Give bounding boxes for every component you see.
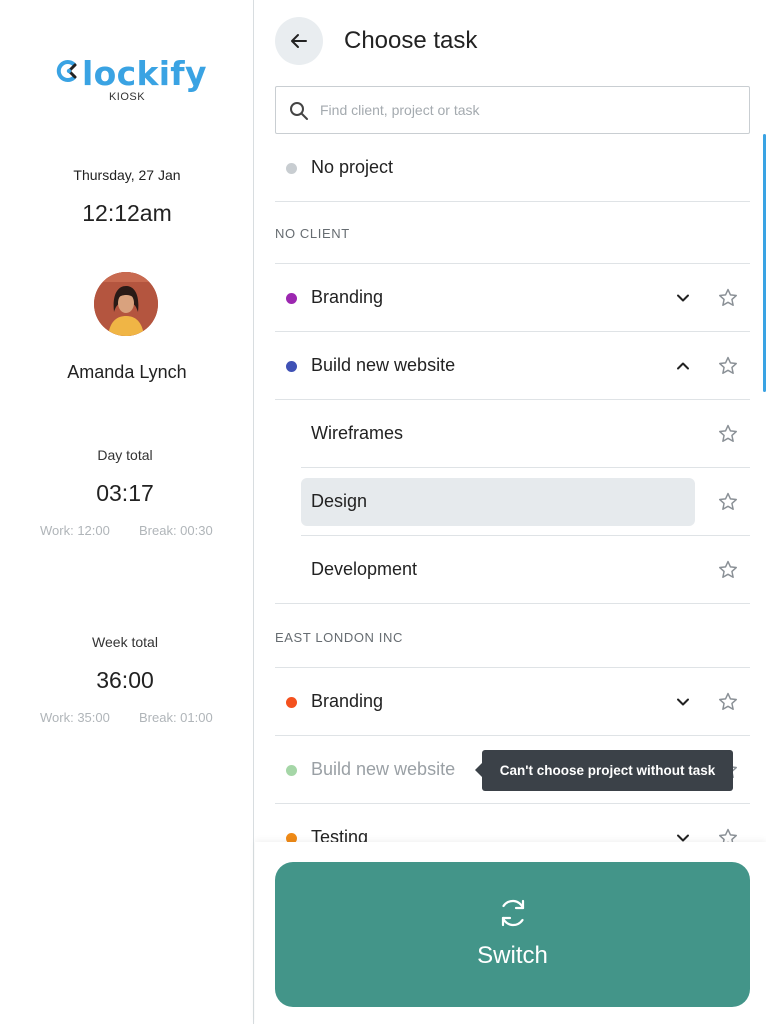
star-icon[interactable] — [717, 827, 739, 842]
star-icon[interactable] — [717, 691, 739, 713]
project-label: Branding — [311, 691, 384, 711]
user-name: Amanda Lynch — [67, 362, 187, 382]
week-total-label: Week total — [92, 634, 158, 650]
star-icon[interactable] — [717, 287, 739, 309]
project-color-dot — [286, 163, 297, 174]
project-color-dot — [286, 361, 297, 372]
list-item-project[interactable]: Testing — [275, 804, 750, 842]
search-input[interactable] — [320, 87, 740, 133]
search-icon — [290, 102, 308, 120]
project-color-dot — [286, 833, 297, 842]
day-work-time: Work: 12:00 — [40, 523, 110, 538]
week-break-time: Break: 01:00 — [139, 710, 213, 725]
chevron-down-icon[interactable] — [675, 694, 691, 710]
project-color-dot — [286, 293, 297, 304]
day-break-time: Break: 00:30 — [139, 523, 213, 538]
project-color-dot — [286, 765, 297, 776]
project-label: Build new website — [311, 759, 456, 779]
star-icon[interactable] — [717, 423, 739, 445]
star-icon[interactable] — [717, 559, 739, 581]
client-header: EAST LONDON INC — [275, 606, 750, 668]
task-label: Design — [311, 491, 368, 511]
week-work-time: Work: 35:00 — [40, 710, 110, 725]
day-total-label: Day total — [97, 447, 153, 463]
client-header: NO CLIENT — [275, 202, 750, 264]
task-item-selected[interactable]: Design — [301, 468, 750, 536]
list-item-project[interactable]: Build new website — [275, 332, 750, 400]
task-label: Development — [311, 559, 418, 579]
search-box — [275, 86, 750, 134]
page-title: Choose task — [344, 27, 478, 54]
project-label: Testing — [311, 827, 369, 842]
logo-text: lockify — [82, 54, 207, 93]
chevron-down-icon[interactable] — [675, 290, 691, 306]
project-label: Build new website — [311, 355, 456, 375]
switch-label: Switch — [477, 942, 548, 969]
project-label: Branding — [311, 287, 384, 307]
star-icon[interactable] — [717, 491, 739, 513]
week-total-value: 36:00 — [96, 667, 154, 693]
task-item[interactable]: Development — [275, 536, 750, 604]
client-name: EAST LONDON INC — [275, 630, 403, 645]
client-name: NO CLIENT — [275, 226, 350, 241]
current-date: Thursday, 27 Jan — [73, 167, 181, 183]
refresh-icon — [501, 899, 525, 927]
avatar — [94, 272, 158, 336]
tooltip: Can't choose project without task — [475, 750, 733, 791]
star-icon[interactable] — [717, 355, 739, 377]
current-time: 12:12am — [82, 200, 172, 226]
arrow-left-icon — [291, 34, 307, 48]
project-color-dot — [286, 697, 297, 708]
switch-button[interactable]: Switch — [275, 862, 750, 1007]
chevron-down-icon[interactable] — [675, 830, 691, 842]
project-label: No project — [311, 157, 394, 177]
project-list: No project NO CLIENT Branding Build new … — [275, 134, 750, 842]
list-item-project[interactable]: Branding — [275, 668, 750, 736]
task-label: Wireframes — [311, 423, 404, 443]
task-item[interactable]: Wireframes — [301, 400, 750, 468]
kiosk-label: KIOSK — [108, 91, 146, 103]
back-button[interactable] — [275, 17, 323, 65]
list-item-no-project[interactable]: No project — [275, 134, 750, 202]
list-item-project[interactable]: Branding — [275, 264, 750, 332]
clockify-logo: lockify — [56, 54, 206, 94]
kiosk-sidebar: lockify KIOSK Thursday, 27 Jan 12:12am A… — [0, 0, 254, 1024]
day-total-value: 03:17 — [96, 480, 154, 506]
bottom-action-bar: Switch — [255, 842, 766, 1024]
chevron-up-icon[interactable] — [675, 358, 691, 374]
